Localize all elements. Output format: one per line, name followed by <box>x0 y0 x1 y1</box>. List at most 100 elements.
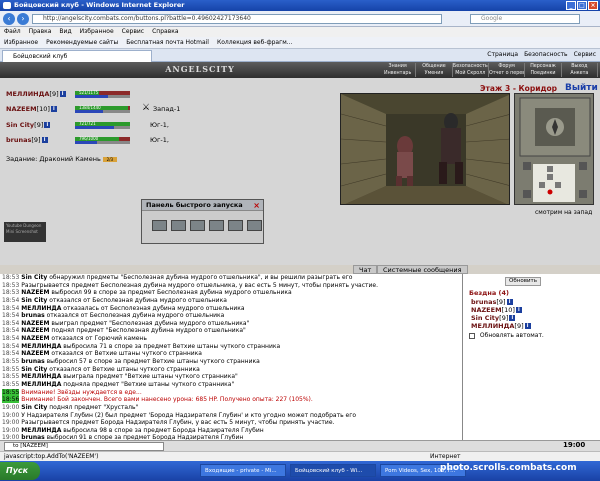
minimap[interactable] <box>514 93 594 205</box>
nav-item[interactable]: Общение <box>416 63 453 70</box>
info-icon[interactable]: i <box>41 137 48 143</box>
nav-item[interactable]: Персонаж <box>525 63 562 70</box>
chat-message[interactable]: 18:55 Sin City отказался от Ветхие штаны … <box>0 366 462 374</box>
chat-author[interactable]: brunas <box>21 358 44 365</box>
auto-refresh-option[interactable]: Обновлять автомат. <box>469 332 544 339</box>
party-member[interactable]: brunas[9] i <box>6 136 48 146</box>
chat-author[interactable]: NAZEEM <box>21 327 49 334</box>
chat-author[interactable]: NAZEEM <box>21 320 49 327</box>
chat-message[interactable]: 18:54 Sin City отказался от Бесполезная д… <box>0 297 462 305</box>
nav-item[interactable]: Умения <box>416 70 453 77</box>
party-member[interactable]: NAZEEM[10] i <box>6 105 57 115</box>
player-name[interactable]: NAZEEM <box>6 105 37 113</box>
menu-item[interactable]: Сервис <box>122 27 144 37</box>
chat-message[interactable]: 18:55 МЕЛЛИНДА выиграла предмет "Ветхие ш… <box>0 373 462 381</box>
minimize-button[interactable]: _ <box>566 1 576 10</box>
chat-message[interactable]: 18:54 МЕЛЛИНДА выбросила 71 в споре за пр… <box>0 343 462 351</box>
chat-message[interactable]: 18:54 NAZEEM выиграл предмет "Бесполезная… <box>0 320 462 328</box>
menu-item[interactable]: Правка <box>29 27 52 37</box>
party-member[interactable]: Sin City[9] i <box>6 121 51 131</box>
chat-author[interactable]: NAZEEM <box>21 350 49 357</box>
nav-item[interactable]: Отчет о переводах <box>489 70 526 77</box>
quick-slot[interactable] <box>209 220 224 231</box>
info-icon[interactable]: i <box>50 106 57 112</box>
favorite-item[interactable]: Избранное <box>4 37 38 48</box>
info-icon[interactable]: i <box>515 307 522 313</box>
refresh-button[interactable]: Обновить <box>505 277 541 286</box>
chat-author[interactable]: МЕЛЛИНДА <box>21 343 61 350</box>
party-member[interactable]: МЕЛЛИНДА[9] i <box>6 90 66 100</box>
info-icon[interactable]: i <box>524 323 531 329</box>
chat-author[interactable]: Sin City <box>21 366 47 373</box>
taskbar-item[interactable]: Входящие - private - Mi... <box>200 464 286 477</box>
auto-refresh-checkbox[interactable] <box>469 332 475 339</box>
menu-item[interactable]: Избранное <box>80 27 114 37</box>
address-input[interactable]: http://angelscity.combats.com/buttons.pl… <box>32 14 442 24</box>
nav-item[interactable]: Анкета <box>562 70 598 77</box>
chat-author[interactable]: Sin City <box>21 274 47 281</box>
chat-message[interactable]: 18:54 NAZEEM поднял предмет "Бесполезная … <box>0 327 462 335</box>
chat-message[interactable]: 18:53 NAZEEM выбросил 99 в споре за предм… <box>0 289 462 297</box>
nav-item[interactable]: Выход <box>562 63 598 70</box>
search-input[interactable]: Google <box>470 14 580 24</box>
chat-message[interactable]: 19:00 У Надзирателя Глубин (2) был предме… <box>0 412 462 420</box>
maximize-button[interactable]: □ <box>577 1 587 10</box>
tab-chat[interactable]: Чат <box>353 265 378 274</box>
chat-message[interactable]: 18:54 NAZEEM отказался от Горючий камень <box>0 335 462 343</box>
chat-message[interactable]: 19:00 Разыгрывается предмет Борода Надзир… <box>0 419 462 427</box>
room-player[interactable]: NAZEEM[10] i <box>471 306 522 314</box>
command-item[interactable]: Безопасность <box>524 51 568 58</box>
chat-author[interactable]: МЕЛЛИНДА <box>21 305 61 312</box>
forward-arrow-icon[interactable]: › <box>17 13 29 25</box>
chat-message[interactable]: 19:00 Sin City поднял предмет "Хрусталь" <box>0 404 462 412</box>
dungeon-view[interactable] <box>340 93 510 205</box>
chat-message[interactable]: 18:56 Внимание! Бой закончен. Всего вами … <box>0 396 462 404</box>
chat-message[interactable]: 18:53 Sin City обнаружил предметы "Беспол… <box>0 274 462 282</box>
nav-item[interactable]: Инвентарь <box>380 70 417 77</box>
quick-slot[interactable] <box>247 220 262 231</box>
command-item[interactable]: Сервис <box>574 51 596 58</box>
chat-author[interactable]: brunas <box>21 312 44 319</box>
chat-message[interactable]: 18:53 Разыгрывается предмет Бесполезная д… <box>0 282 462 290</box>
start-button[interactable]: Пуск <box>0 462 40 480</box>
chat-author[interactable]: МЕЛЛИНДА <box>21 427 61 434</box>
favorite-item[interactable]: Рекомендуемые сайты <box>46 37 118 48</box>
tab-system-messages[interactable]: Системные сообщения <box>377 265 468 274</box>
chat-message[interactable]: 18:54 brunas отказался от Бесполезная дуб… <box>0 312 462 320</box>
nav-item[interactable]: Знания <box>380 63 417 70</box>
player-name[interactable]: МЕЛЛИНДА <box>6 90 49 98</box>
chat-message[interactable]: 18:55 МЕЛЛИНДА подняла предмет "Ветхие шт… <box>0 381 462 389</box>
favorite-item[interactable]: Коллекция веб-фрагм... <box>217 37 293 48</box>
chat-message[interactable]: 18:54 NAZEEM отказался от Ветхие штаны чу… <box>0 350 462 358</box>
close-icon[interactable]: × <box>253 201 260 210</box>
chat-author[interactable]: Sin City <box>21 404 47 411</box>
exit-link[interactable]: Выйти <box>565 83 598 93</box>
favorite-item[interactable]: Бесплатная почта Hotmail <box>126 37 209 48</box>
quick-slot[interactable] <box>171 220 186 231</box>
chat-input[interactable]: to [NAZEEM] <box>4 442 164 451</box>
nav-item[interactable]: Форум <box>489 63 526 70</box>
info-icon[interactable]: i <box>506 299 513 305</box>
chat-author[interactable]: МЕЛЛИНДА <box>21 381 61 388</box>
nav-item[interactable]: Безопасность <box>453 63 489 70</box>
room-player[interactable]: МЕЛЛИНДА[9] i <box>471 322 531 330</box>
nav-item[interactable]: Мой Скролл <box>453 70 489 77</box>
player-name[interactable]: Sin City <box>6 121 34 129</box>
room-player[interactable]: Sin City[9] i <box>471 314 516 322</box>
room-player[interactable]: brunas[9] i <box>471 298 513 306</box>
nav-item[interactable]: Поединки <box>525 70 562 77</box>
quick-slot[interactable] <box>152 220 167 231</box>
chat-message[interactable]: 19:00 МЕЛЛИНДА выбросила 98 в споре за пр… <box>0 427 462 435</box>
chat-author[interactable]: МЕЛЛИНДА <box>21 373 61 380</box>
room-player-name[interactable]: Sin City <box>471 314 499 322</box>
back-arrow-icon[interactable]: ‹ <box>3 13 15 25</box>
info-icon[interactable]: i <box>59 91 66 97</box>
chat-author[interactable]: NAZEEM <box>21 289 49 296</box>
chat-author[interactable]: NAZEEM <box>21 335 49 342</box>
browser-tab[interactable]: Бойцовский клуб <box>2 50 152 62</box>
room-player-name[interactable]: NAZEEM <box>471 306 502 314</box>
chat-message[interactable]: 18:54 МЕЛЛИНДА отказалась от Бесполезная … <box>0 305 462 313</box>
room-player-name[interactable]: brunas <box>471 298 496 306</box>
chat-message[interactable]: 18:55 Внимание! Звёзды нуждается в еде... <box>0 388 462 397</box>
quick-slot[interactable] <box>228 220 243 231</box>
